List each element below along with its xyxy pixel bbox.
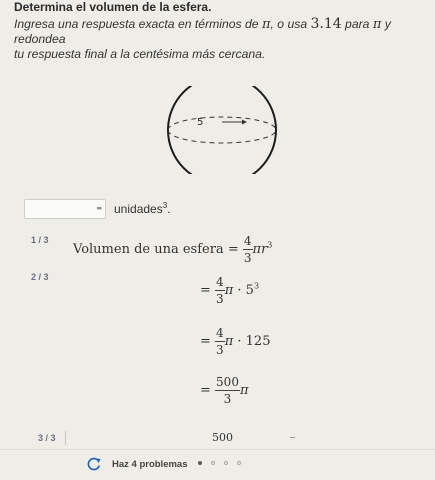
- instruction-text-c: para: [341, 17, 373, 31]
- progress-dot: [237, 461, 241, 465]
- approx-value: 3.14: [310, 16, 342, 32]
- sphere-equator-back: [167, 116, 277, 131]
- step-1-pi: π: [252, 242, 262, 257]
- sphere-outline: [167, 86, 277, 174]
- progress-dot: [198, 461, 202, 465]
- step-1-lhs: Volumen de una esfera: [73, 242, 224, 257]
- pi-symbol: π: [261, 17, 271, 32]
- step-1-equation: Volumen de una esfera = 4 3 πr3: [73, 235, 272, 264]
- step-1-equals: =: [227, 242, 239, 257]
- question-title: Determina el volumen de la esfera.: [14, 0, 212, 14]
- step-1-exp: 3: [267, 240, 273, 250]
- step-number-2: 2 / 3: [31, 272, 49, 282]
- question-instruction: Ingresa una respuesta exacta en términos…: [14, 17, 434, 62]
- radius-label: 5: [197, 117, 203, 128]
- step-2-line-1: = 43π · 53: [200, 275, 260, 306]
- progress-dot: [211, 461, 215, 465]
- step-3-dash: [290, 437, 295, 438]
- step-2-line-2: = 43π · 125: [200, 326, 271, 357]
- instruction-text-a: Ingresa una respuesta exacta en términos…: [14, 17, 262, 31]
- units-label: unidades3.: [114, 201, 171, 216]
- step-3-value: 500: [212, 431, 233, 444]
- step-2-line-3: = 500 3 π: [200, 375, 249, 406]
- keyboard-icon[interactable]: ▪▪: [97, 203, 102, 213]
- progress-dot: [224, 461, 228, 465]
- instruction-text-line2: tu respuesta final a la centésima más ce…: [14, 47, 266, 61]
- answer-input[interactable]: ▪▪: [24, 199, 106, 219]
- step-number-1: 1 / 3: [31, 235, 49, 245]
- sphere-equator-front: [167, 129, 277, 144]
- step-number-3: 3 / 3: [38, 433, 56, 443]
- sphere-figure: 5: [167, 86, 277, 174]
- footer-divider: [0, 449, 435, 450]
- step-1-fraction: 43: [242, 234, 253, 265]
- step-divider: [65, 431, 66, 445]
- refresh-icon[interactable]: [86, 457, 102, 471]
- radius-arrowhead: [242, 119, 247, 125]
- problem-count-label: Haz 4 problemas: [112, 459, 188, 470]
- instruction-text-b: , o usa: [270, 17, 311, 31]
